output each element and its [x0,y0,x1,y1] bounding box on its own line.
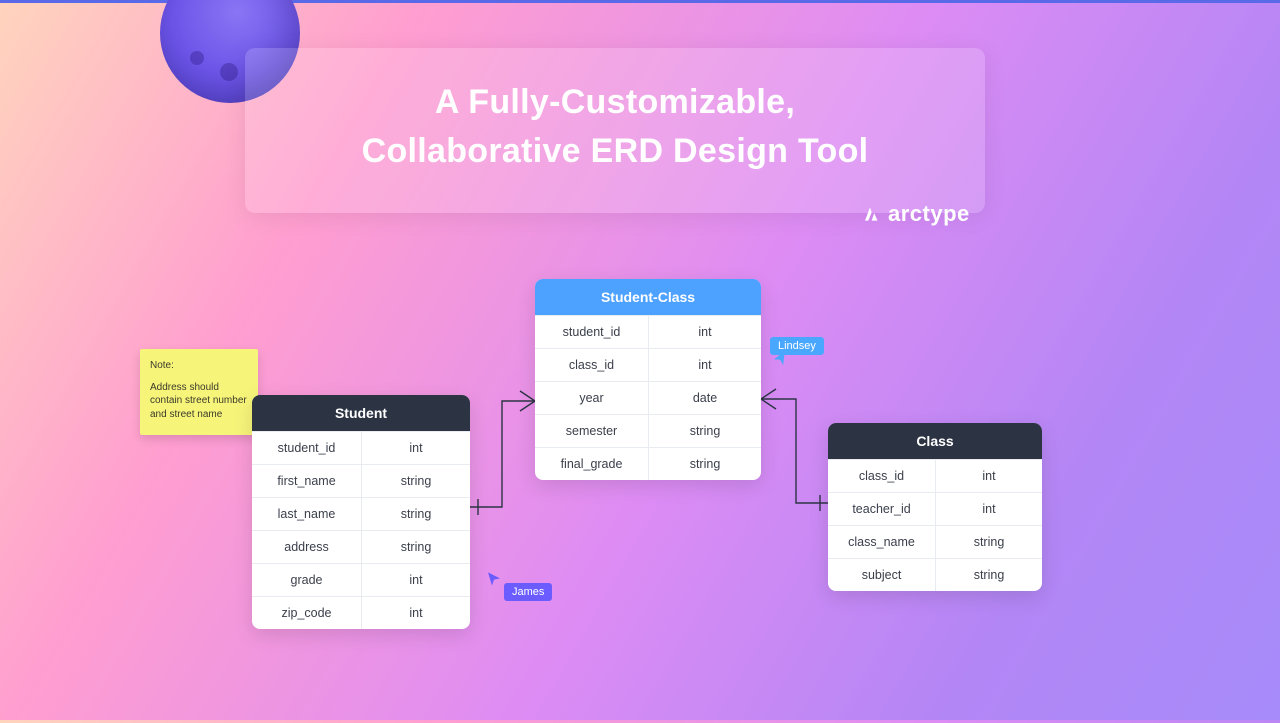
table-row[interactable]: addressstring [252,530,470,563]
table-row[interactable]: zip_codeint [252,596,470,629]
field-type: string [361,465,470,497]
field-type: date [648,382,761,414]
entity-student-header[interactable]: Student [252,395,470,431]
field-type: string [935,559,1042,591]
field-type: string [361,531,470,563]
erd-canvas[interactable]: Note: Address should contain street numb… [0,3,1280,720]
entity-class[interactable]: Class class_idint teacher_idint class_na… [828,423,1042,591]
field-name: class_id [828,460,935,492]
table-row[interactable]: class_idint [828,459,1042,492]
field-type: string [361,498,470,530]
field-type: string [935,526,1042,558]
field-type: int [361,597,470,629]
table-row[interactable]: student_idint [535,315,761,348]
field-type: int [361,432,470,464]
table-row[interactable]: first_namestring [252,464,470,497]
collaborator-cursor-james: James [486,571,552,601]
field-name: semester [535,415,648,447]
sticky-note[interactable]: Note: Address should contain street numb… [140,349,258,435]
table-row[interactable]: subjectstring [828,558,1042,591]
field-type: int [361,564,470,596]
table-row[interactable]: last_namestring [252,497,470,530]
table-row[interactable]: semesterstring [535,414,761,447]
field-name: student_id [252,432,361,464]
entity-student[interactable]: Student student_idint first_namestring l… [252,395,470,629]
field-name: subject [828,559,935,591]
sticky-note-body: Address should contain street number and… [150,381,248,422]
field-name: address [252,531,361,563]
field-type: string [648,448,761,480]
cursor-icon [771,350,790,369]
entity-class-header[interactable]: Class [828,423,1042,459]
table-row[interactable]: yeardate [535,381,761,414]
field-name: zip_code [252,597,361,629]
field-name: last_name [252,498,361,530]
table-row[interactable]: teacher_idint [828,492,1042,525]
table-row[interactable]: final_gradestring [535,447,761,480]
field-type: int [648,316,761,348]
collaborator-cursor-lindsey: Lindsey [770,337,788,367]
field-name: teacher_id [828,493,935,525]
field-name: grade [252,564,361,596]
table-row[interactable]: class_idint [535,348,761,381]
entity-student-class-header[interactable]: Student-Class [535,279,761,315]
collaborator-label: James [504,583,552,601]
table-row[interactable]: class_namestring [828,525,1042,558]
field-type: int [648,349,761,381]
field-type: int [935,493,1042,525]
field-name: final_grade [535,448,648,480]
field-name: student_id [535,316,648,348]
field-name: class_id [535,349,648,381]
field-type: string [648,415,761,447]
field-type: int [935,460,1042,492]
entity-student-class[interactable]: Student-Class student_idint class_idint … [535,279,761,480]
field-name: class_name [828,526,935,558]
sticky-note-title: Note: [150,359,248,373]
table-row[interactable]: gradeint [252,563,470,596]
table-row[interactable]: student_idint [252,431,470,464]
field-name: year [535,382,648,414]
cursor-icon [486,571,502,587]
field-name: first_name [252,465,361,497]
